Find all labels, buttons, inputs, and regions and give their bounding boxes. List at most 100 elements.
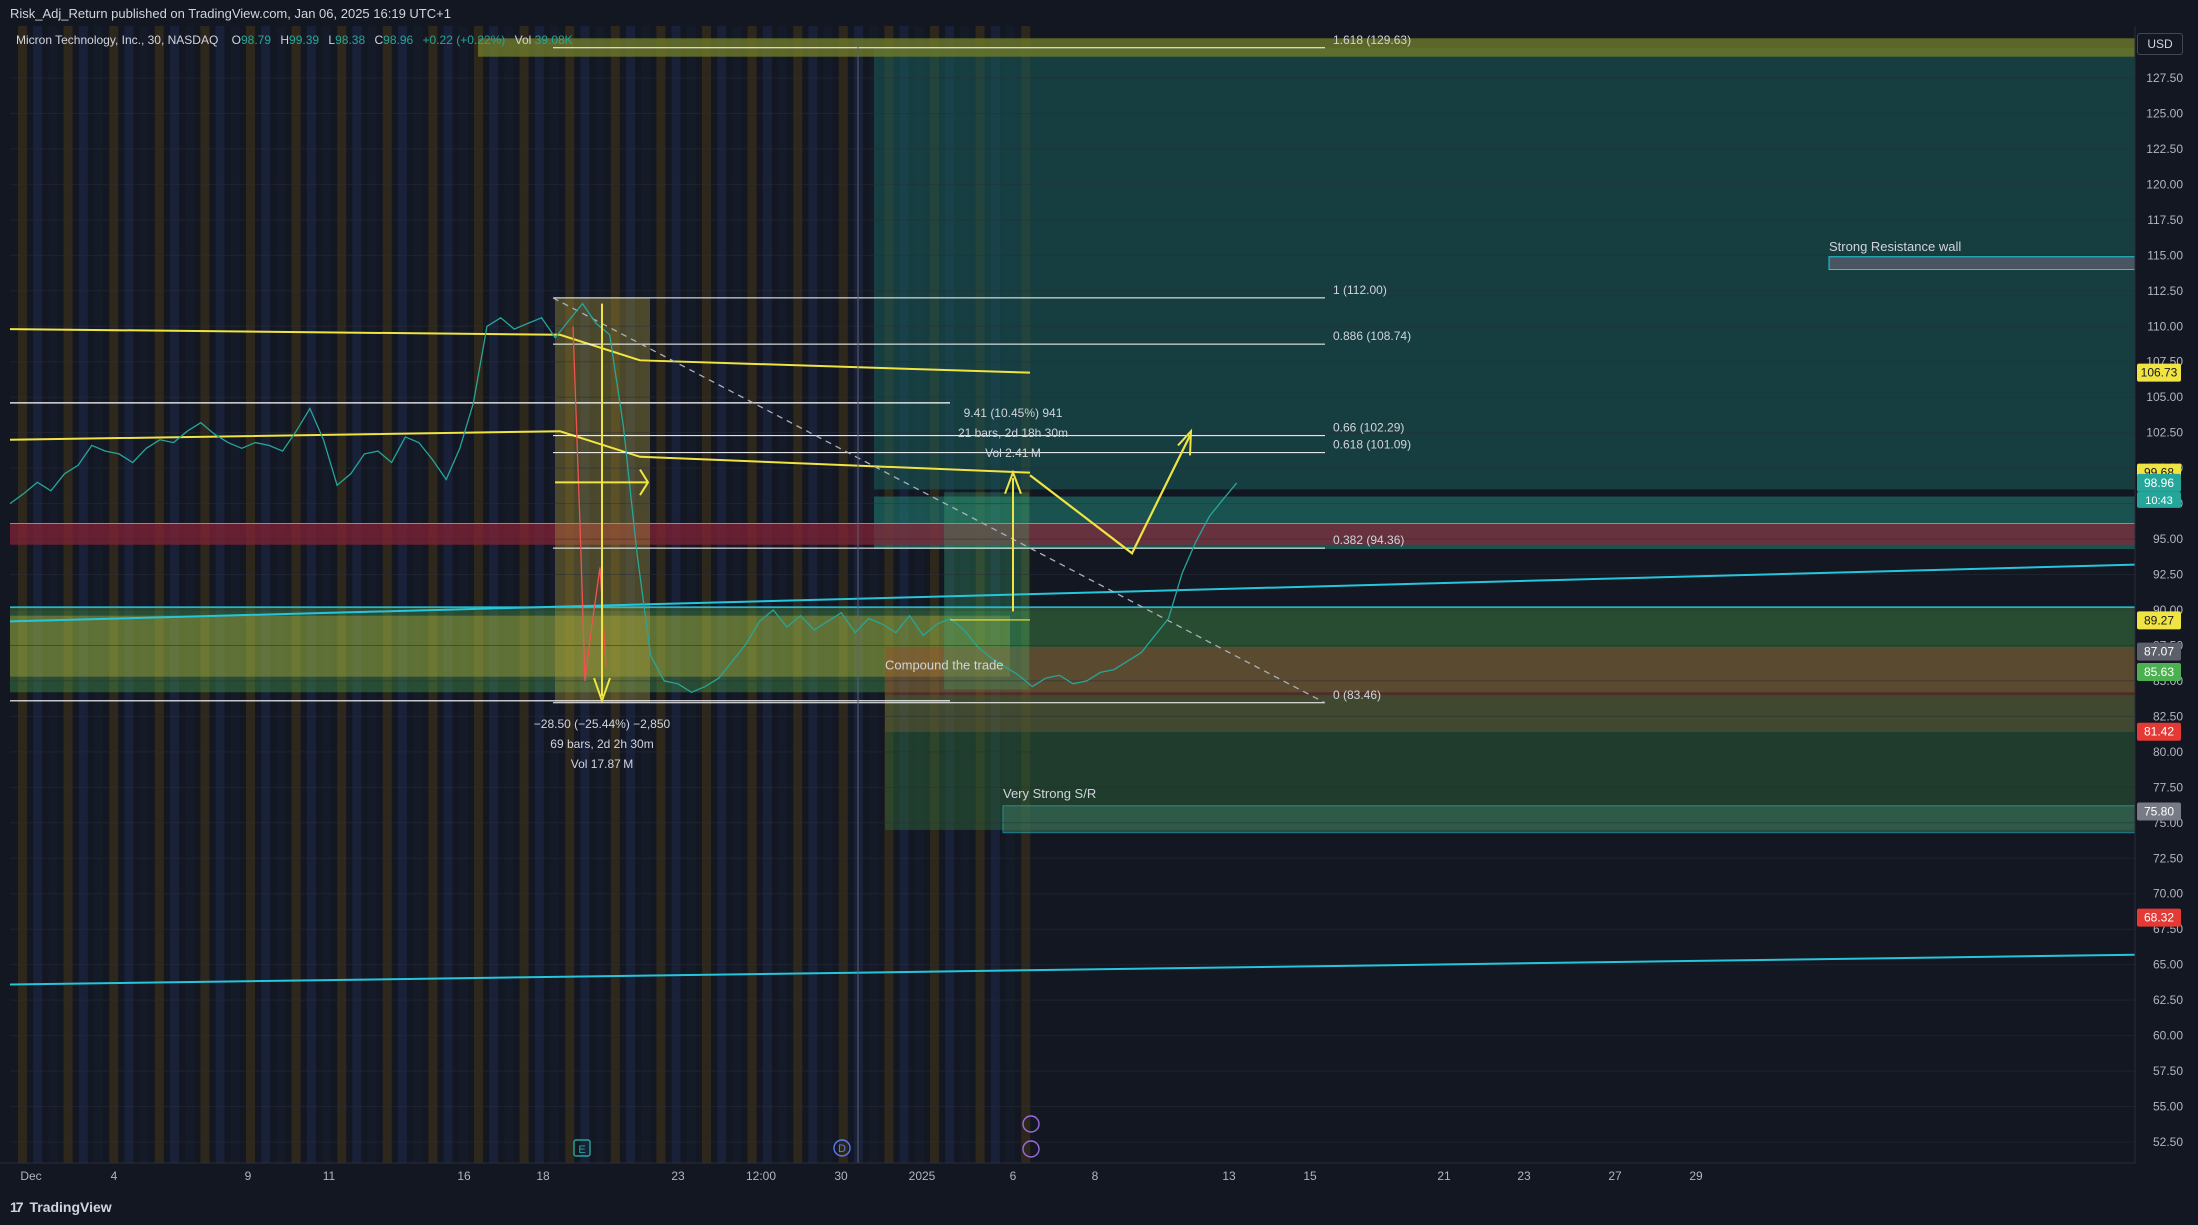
legend-close-label: C — [374, 33, 384, 47]
session-stripe — [124, 26, 134, 1163]
session-stripe — [534, 26, 544, 1163]
time-tick-label: 13 — [1222, 1169, 1236, 1183]
price-badge-label: 89.27 — [2144, 613, 2174, 627]
session-stripe — [413, 26, 423, 1163]
chart[interactable]: 1.618 (129.63) 1 (112.00) 0.886 (108.74) 0.… — [0, 0, 2198, 1225]
measure-up-text: Vol 2.41 M — [985, 446, 1041, 460]
time-tick-label: 23 — [1517, 1169, 1531, 1183]
session-stripe — [306, 26, 316, 1163]
time-tick-label: Dec — [20, 1169, 41, 1183]
session-stripe — [504, 26, 514, 1163]
time-tick-label: 27 — [1608, 1169, 1622, 1183]
legend-symbol: Micron Technology, Inc., 30, NASDAQ — [16, 33, 219, 47]
time-tick-label: 21 — [1437, 1169, 1451, 1183]
legend-high-label: H — [280, 33, 290, 47]
session-stripe — [276, 26, 286, 1163]
measure-down-text: Vol 17.87 M — [571, 757, 633, 771]
strong-resistance-label: Strong Resistance wall — [1829, 239, 1961, 254]
legend-vol: 39.08K — [534, 33, 573, 47]
price-tick-label: 122.50 — [2146, 142, 2183, 156]
session-stripe — [747, 26, 757, 1163]
legend-open: 98.79 — [241, 33, 272, 47]
session-stripe — [762, 26, 772, 1163]
session-stripe — [246, 26, 255, 1163]
brand-name: TradingView — [29, 1199, 112, 1215]
tradingview-logo[interactable]: 17 TradingView — [10, 1199, 112, 1215]
session-stripe — [109, 26, 119, 1163]
tradingview-logo-icon: 17 — [10, 1199, 24, 1215]
fib-label-1.618: 1.618 (129.63) — [1333, 33, 1411, 47]
session-stripe — [702, 26, 711, 1163]
legend-low: 98.38 — [335, 33, 366, 47]
session-stripe — [428, 26, 438, 1163]
price-badge-label: 85.63 — [2144, 665, 2174, 679]
footer: 17 TradingView — [0, 1188, 2198, 1225]
fib-label-0.66: 0.66 (102.29) — [1333, 421, 1404, 435]
time-tick-label: 23 — [671, 1169, 685, 1183]
session-stripe — [474, 26, 483, 1163]
session-stripe — [78, 26, 88, 1163]
time-tick-label: 12:00 — [746, 1169, 776, 1183]
strong-resistance-zone — [1828, 256, 2136, 271]
earnings-event-letter: E — [578, 1144, 585, 1156]
price-badge-label: 68.32 — [2144, 911, 2174, 925]
session-stripe — [185, 26, 195, 1163]
time-tick-label: 9 — [245, 1169, 252, 1183]
session-stripe — [519, 26, 529, 1163]
session-stripe — [33, 26, 43, 1163]
session-stripe — [793, 26, 803, 1163]
session-stripe — [778, 26, 787, 1163]
session-stripe — [48, 26, 58, 1163]
price-tick-label: 117.50 — [2147, 213, 2183, 227]
fib-label-0.886: 0.886 (108.74) — [1333, 329, 1411, 343]
session-stripe — [139, 26, 149, 1163]
price-tick-label: 92.50 — [2153, 568, 2183, 582]
session-stripe — [367, 26, 377, 1163]
time-tick-label: 30 — [834, 1169, 848, 1183]
time-tick-label: 11 — [323, 1169, 336, 1183]
session-stripe — [200, 26, 210, 1163]
price-tick-label: 77.50 — [2153, 780, 2183, 794]
dividend-event-letter: D — [838, 1143, 846, 1155]
yellow-overlay-zone — [10, 615, 1010, 677]
currency-button[interactable]: USD — [2137, 33, 2183, 55]
session-stripe — [230, 26, 240, 1163]
session-stripe — [686, 26, 696, 1163]
fib-label-0.618: 0.618 (101.09) — [1333, 438, 1411, 452]
session-stripe — [458, 26, 468, 1163]
time-tick-label: 4 — [111, 1169, 118, 1183]
session-stripe — [808, 26, 818, 1163]
session-stripe — [671, 26, 681, 1163]
price-tick-label: 60.00 — [2153, 1029, 2183, 1043]
measure-up-text: 9.41 (10.45%) 941 — [964, 406, 1063, 420]
fib-label-0.382: 0.382 (94.36) — [1333, 533, 1404, 547]
measure-down-text: 69 bars, 2d 2h 30m — [550, 737, 653, 751]
legend-close: 98.96 — [383, 33, 414, 47]
price-badge-label: 106.73 — [2141, 366, 2178, 380]
price-tick-label: 55.00 — [2153, 1100, 2183, 1114]
price-badge-label: 81.42 — [2144, 725, 2174, 739]
very-strong-sr-label: Very Strong S/R — [1003, 786, 1096, 801]
legend-change: +0.22 (+0.22%) — [422, 33, 506, 47]
price-tick-label: 102.50 — [2146, 426, 2183, 440]
time-tick-label: 16 — [457, 1169, 471, 1183]
compound-trade-label: Compound the trade — [885, 658, 1004, 673]
session-stripe — [337, 26, 347, 1163]
time-tick-label: 2025 — [909, 1169, 936, 1183]
price-tick-label: 70.00 — [2153, 887, 2183, 901]
time-tick-label: 8 — [1092, 1169, 1099, 1183]
session-stripe — [838, 26, 848, 1163]
price-badge-label: 87.07 — [2144, 645, 2174, 659]
price-tick-label: 57.50 — [2153, 1064, 2183, 1078]
session-stripe — [261, 26, 271, 1163]
measure-down-text: −28.50 (−25.44%) −2,850 — [534, 717, 671, 731]
price-badge-label: 98.96 — [2144, 476, 2174, 490]
countdown-label: 10:43 — [2145, 495, 2173, 507]
legend-open-label: O — [231, 33, 241, 47]
fib-label-0: 0 (83.46) — [1333, 688, 1381, 702]
price-tick-label: 72.50 — [2153, 851, 2183, 865]
price-tick-label: 125.00 — [2146, 106, 2183, 120]
price-tick-label: 80.00 — [2153, 745, 2183, 759]
symbol-legend: Micron Technology, Inc., 30, NASDAQ O98.… — [16, 33, 573, 47]
session-stripe — [154, 26, 164, 1163]
